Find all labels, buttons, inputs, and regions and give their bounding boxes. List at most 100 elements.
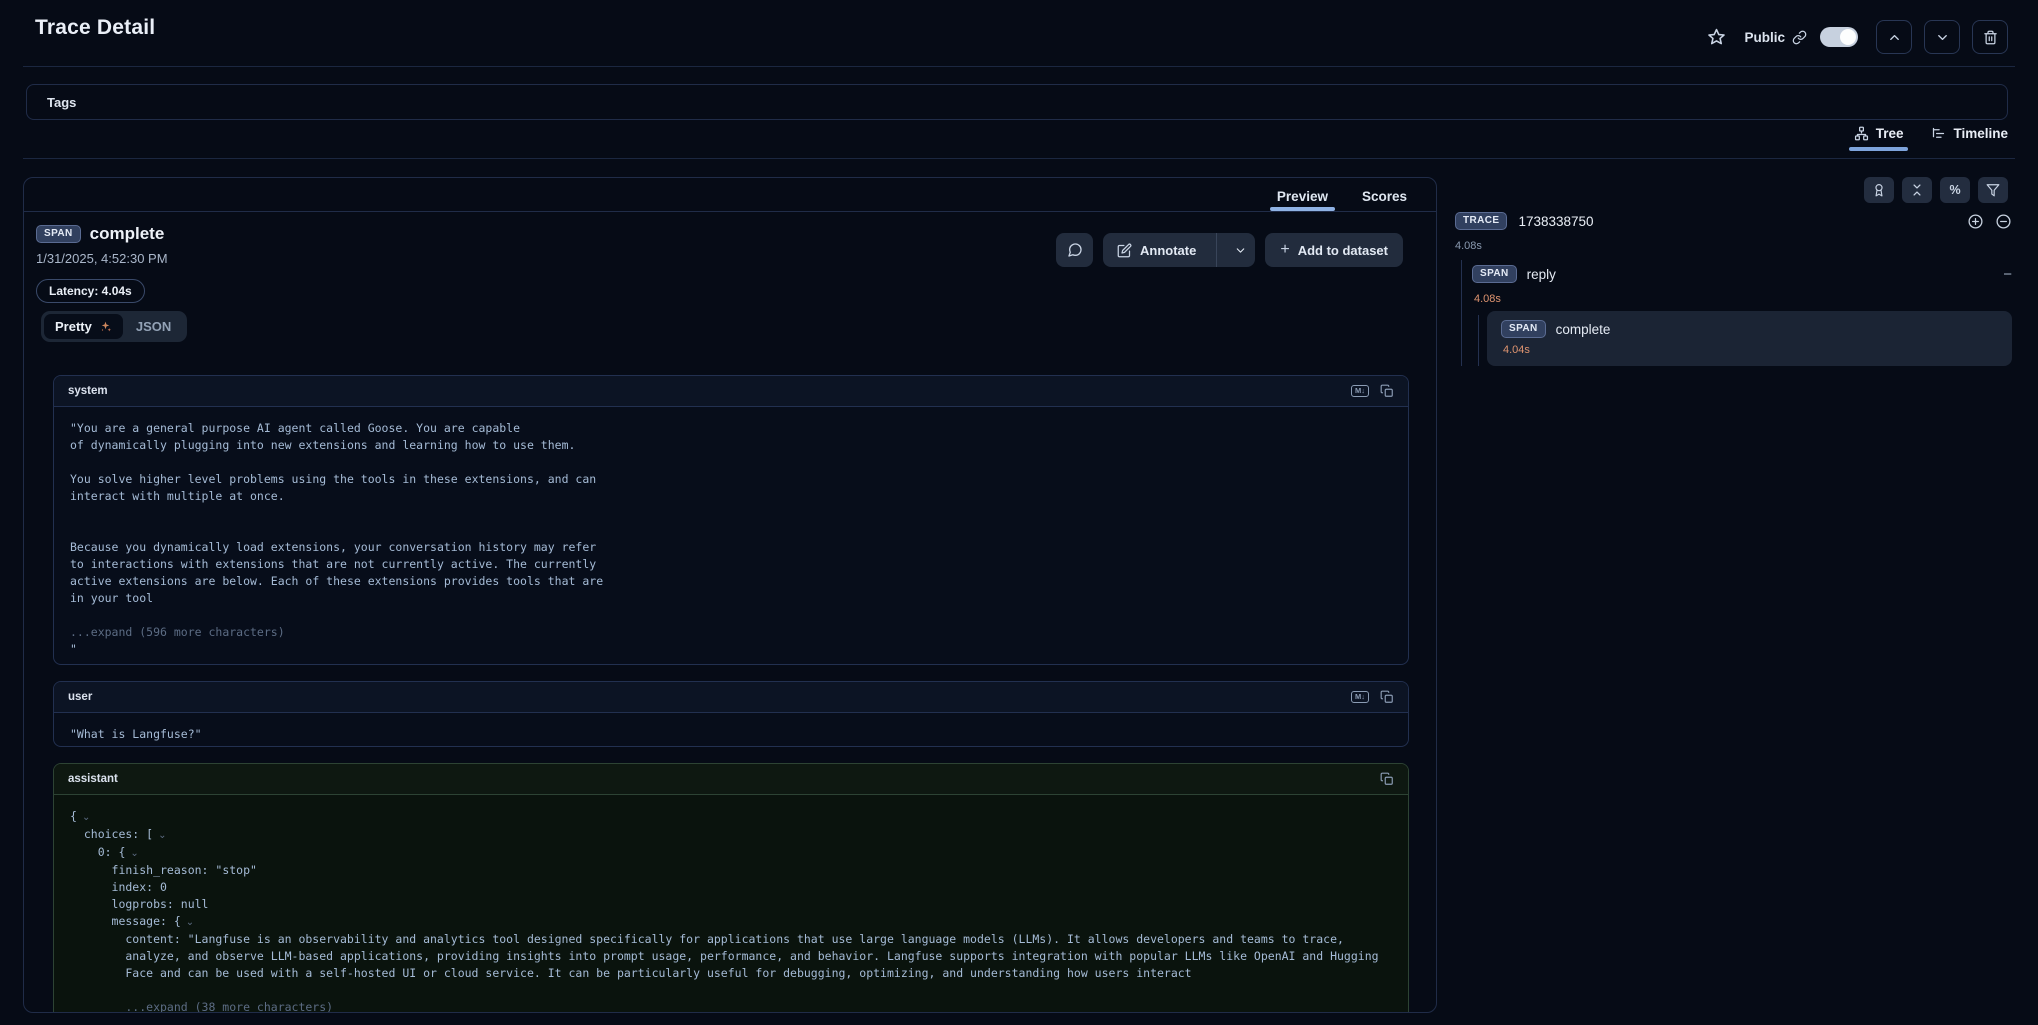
tab-timeline-label: Timeline bbox=[1953, 126, 2008, 141]
collapse-toggle-icon[interactable]: ⌄ bbox=[130, 848, 138, 859]
pretty-label: Pretty bbox=[55, 319, 92, 334]
span-type-badge: SPAN bbox=[1472, 265, 1517, 283]
add-to-dataset-button[interactable]: + Add to dataset bbox=[1265, 233, 1403, 267]
tags-label: Tags bbox=[47, 95, 76, 110]
json-line: choices: [⌄ bbox=[70, 826, 1392, 844]
system-card-header: system M↓ bbox=[54, 376, 1408, 407]
tree-node-trace[interactable]: TRACE 1738338750 bbox=[1455, 212, 2012, 230]
award-icon bbox=[1872, 183, 1886, 197]
comment-button[interactable] bbox=[1056, 233, 1093, 267]
json-line: logprobs: null bbox=[70, 896, 1392, 913]
collapse-all-icon[interactable] bbox=[1995, 213, 2012, 230]
span-type-badge: SPAN bbox=[36, 225, 81, 243]
page-title: Trace Detail bbox=[35, 16, 155, 40]
system-text: "You are a general purpose AI agent call… bbox=[70, 420, 1392, 607]
header-actions: Public bbox=[1707, 20, 2008, 54]
annotate-button[interactable]: Annotate bbox=[1103, 233, 1208, 267]
public-toggle[interactable] bbox=[1820, 27, 1858, 47]
tree-node-complete-selected[interactable]: SPAN complete 4.04s bbox=[1487, 311, 2012, 366]
metrics-toggle-button[interactable]: % bbox=[1940, 177, 1970, 203]
assistant-card-body: {⌄ choices: [⌄ 0: {⌄ finish_reason: "sto… bbox=[54, 795, 1408, 1013]
collapse-all-button[interactable] bbox=[1902, 177, 1932, 203]
panel-tabs: Preview Scores bbox=[24, 178, 1436, 212]
prev-button[interactable] bbox=[1876, 20, 1912, 54]
tree-icon bbox=[1854, 126, 1869, 141]
header-divider bbox=[23, 66, 2015, 67]
format-json-button[interactable]: JSON bbox=[123, 314, 184, 339]
annotate-dropdown-button[interactable] bbox=[1225, 233, 1255, 267]
star-icon[interactable] bbox=[1707, 28, 1726, 47]
system-title: system bbox=[68, 385, 1351, 397]
system-closing-quote: " bbox=[70, 641, 1392, 658]
copy-icon[interactable] bbox=[1380, 384, 1394, 398]
copy-icon[interactable] bbox=[1380, 690, 1394, 704]
tree-controls: % bbox=[1864, 177, 2008, 203]
assistant-content-text: content: "Langfuse is an observability a… bbox=[125, 931, 1392, 982]
complete-span-name: complete bbox=[1556, 322, 1611, 337]
tab-tree-label: Tree bbox=[1876, 126, 1904, 141]
format-toggle: Pretty JSON bbox=[41, 311, 187, 342]
sparkles-icon bbox=[99, 320, 112, 333]
public-toggle-group: Public bbox=[1744, 27, 1864, 47]
tree-guide-line bbox=[1478, 315, 1479, 366]
reply-duration: 4.08s bbox=[1474, 293, 1501, 305]
json-line: finish_reason: "stop" bbox=[70, 862, 1392, 879]
markdown-icon[interactable]: M↓ bbox=[1351, 385, 1369, 398]
user-text: "What is Langfuse?" bbox=[70, 726, 1392, 743]
percent-icon: % bbox=[1949, 183, 1960, 197]
add-to-dataset-label: Add to dataset bbox=[1298, 243, 1388, 258]
annotate-label: Annotate bbox=[1140, 243, 1196, 258]
delete-button[interactable] bbox=[1972, 20, 2008, 54]
complete-duration: 4.04s bbox=[1503, 344, 1998, 356]
link-icon[interactable] bbox=[1792, 30, 1807, 45]
timeline-icon bbox=[1931, 126, 1946, 141]
assistant-expand-link[interactable]: ...expand (38 more characters) bbox=[125, 999, 1392, 1013]
filter-icon bbox=[1986, 183, 2000, 197]
span-type-badge: SPAN bbox=[1501, 320, 1546, 338]
user-title: user bbox=[68, 691, 1351, 703]
assistant-title: assistant bbox=[68, 773, 1380, 785]
markdown-icon[interactable]: M↓ bbox=[1351, 691, 1369, 704]
collapse-toggle-icon[interactable]: ⌄ bbox=[186, 917, 194, 928]
tab-tree[interactable]: Tree bbox=[1854, 126, 1904, 151]
next-button[interactable] bbox=[1924, 20, 1960, 54]
user-message-card: user M↓ "What is Langfuse?" bbox=[53, 681, 1409, 747]
trace-id: 1738338750 bbox=[1518, 214, 1593, 229]
plus-icon: + bbox=[1280, 241, 1289, 259]
format-pretty-button[interactable]: Pretty bbox=[44, 314, 123, 339]
tree-node-reply[interactable]: SPAN reply − bbox=[1472, 265, 2012, 283]
system-expand-link[interactable]: ...expand (596 more characters) bbox=[70, 624, 1392, 641]
filter-button[interactable] bbox=[1978, 177, 2008, 203]
system-message-card: system M↓ "You are a general purpose AI … bbox=[53, 375, 1409, 665]
annotate-split-button: Annotate bbox=[1103, 233, 1255, 267]
span-timestamp: 1/31/2025, 4:52:30 PM bbox=[36, 251, 168, 266]
collapse-node-button[interactable]: − bbox=[2003, 267, 2012, 282]
preview-panel: Preview Scores SPAN complete 1/31/2025, … bbox=[23, 177, 1437, 1013]
edit-icon bbox=[1117, 243, 1132, 258]
system-card-body: "You are a general purpose AI agent call… bbox=[54, 407, 1408, 665]
expand-all-icon[interactable] bbox=[1967, 213, 1984, 230]
tab-timeline[interactable]: Timeline bbox=[1931, 126, 2008, 151]
user-card-body: "What is Langfuse?" bbox=[54, 713, 1408, 747]
assistant-message-card: assistant {⌄ choices: [⌄ 0: {⌄ finish_re… bbox=[53, 763, 1409, 1013]
span-name: complete bbox=[90, 224, 165, 244]
tab-scores[interactable]: Scores bbox=[1361, 182, 1408, 211]
tab-preview[interactable]: Preview bbox=[1276, 182, 1329, 211]
scores-toggle-button[interactable] bbox=[1864, 177, 1894, 203]
tags-bar[interactable]: Tags bbox=[26, 84, 2008, 120]
tabs-divider bbox=[23, 158, 2015, 159]
collapse-toggle-icon[interactable]: ⌄ bbox=[158, 830, 166, 841]
trace-type-badge: TRACE bbox=[1455, 212, 1507, 230]
span-actions: Annotate + Add to dataset bbox=[1056, 233, 1403, 267]
reply-span-name: reply bbox=[1527, 267, 1556, 282]
collapse-toggle-icon[interactable]: ⌄ bbox=[82, 812, 90, 823]
json-line: index: 0 bbox=[70, 879, 1392, 896]
json-line: message: {⌄ bbox=[70, 913, 1392, 931]
json-line: 0: {⌄ bbox=[70, 844, 1392, 862]
user-card-header: user M↓ bbox=[54, 682, 1408, 713]
assistant-card-header: assistant bbox=[54, 764, 1408, 795]
span-header: SPAN complete 1/31/2025, 4:52:30 PM Late… bbox=[36, 224, 168, 303]
copy-icon[interactable] bbox=[1380, 772, 1394, 786]
comment-icon bbox=[1067, 242, 1083, 258]
trace-detail-page: Trace Detail Public Tags bbox=[0, 0, 2038, 1025]
